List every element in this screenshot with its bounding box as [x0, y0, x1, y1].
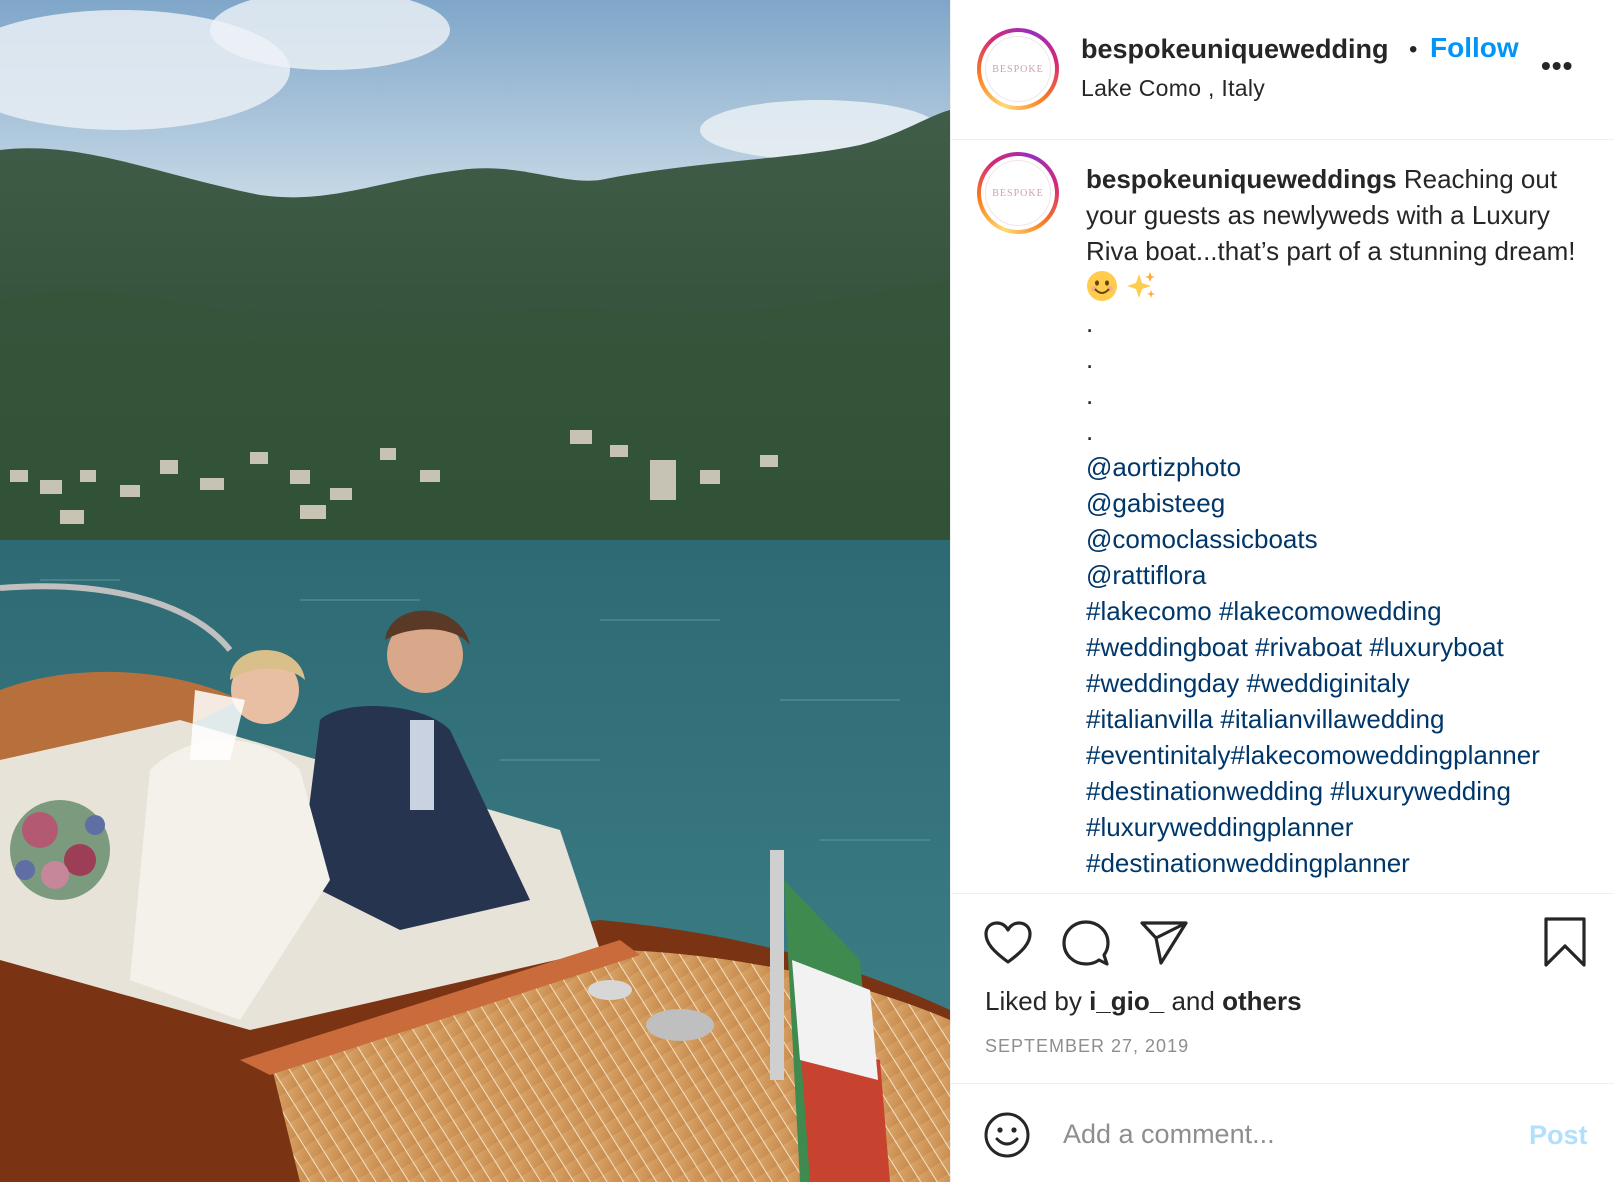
- caption-avatar[interactable]: BESPOKE: [977, 152, 1059, 234]
- caption-dot: .: [1086, 344, 1094, 374]
- liked-by-user-link[interactable]: i_gio_: [1089, 986, 1164, 1016]
- username-link[interactable]: bespokeuniquewedding: [1081, 34, 1389, 65]
- wedding-boat-photo: [0, 0, 950, 1182]
- location-link[interactable]: Lake Como , Italy: [1081, 75, 1265, 102]
- hashtag-line[interactable]: #destinationwedding #luxurywedding: [1086, 773, 1586, 809]
- separator-dot: •: [1409, 36, 1418, 63]
- comment-input[interactable]: [1063, 1112, 1483, 1156]
- caption-dot: .: [1086, 416, 1094, 446]
- comment-icon[interactable]: [1061, 919, 1111, 969]
- heart-icon[interactable]: [983, 920, 1033, 966]
- caption-text: bespokeuniqueweddings Reaching out your …: [1086, 161, 1586, 881]
- post-header: BESPOKE bespokeuniquewedding • Follow La…: [951, 0, 1614, 140]
- more-options-icon[interactable]: •••: [1541, 52, 1573, 80]
- bespoke-logo: BESPOKE: [985, 36, 1051, 102]
- post-actions: Liked by i_gio_ and others SEPTEMBER 27,…: [951, 893, 1614, 1083]
- smiling-face-emoji: [1087, 271, 1117, 301]
- likes-summary: Liked by i_gio_ and others: [985, 986, 1302, 1017]
- post-date[interactable]: SEPTEMBER 27, 2019: [985, 1036, 1189, 1057]
- hashtag-line[interactable]: #eventinitaly#lakecomoweddingplanner: [1086, 737, 1586, 773]
- hashtag-line[interactable]: #italianvilla #italianvillawedding: [1086, 701, 1586, 737]
- hashtag-line[interactable]: #lakecomo #lakecomowedding: [1086, 593, 1586, 629]
- bookmark-icon[interactable]: [1543, 916, 1587, 968]
- emoji-picker-icon[interactable]: [983, 1111, 1031, 1159]
- liked-by-and: and: [1171, 986, 1215, 1016]
- hashtag-line[interactable]: #weddingboat #rivaboat #luxuryboat: [1086, 629, 1586, 665]
- mention-link[interactable]: @gabisteeg: [1086, 485, 1586, 521]
- bespoke-logo: BESPOKE: [985, 160, 1051, 226]
- mention-link[interactable]: @rattiflora: [1086, 557, 1586, 593]
- caption-area: BESPOKE bespokeuniqueweddings Reaching o…: [951, 141, 1614, 893]
- sparkles-emoji: [1127, 272, 1156, 298]
- caption-dot: .: [1086, 380, 1094, 410]
- hashtag-line[interactable]: #luxuryweddingplanner: [1086, 809, 1586, 845]
- liked-by-prefix: Liked by: [985, 986, 1082, 1016]
- caption-dot: .: [1086, 308, 1094, 338]
- hashtag-line[interactable]: #destinationweddingplanner: [1086, 845, 1586, 881]
- comment-bar: Post: [951, 1083, 1614, 1182]
- post-side-panel: BESPOKE bespokeuniquewedding • Follow La…: [950, 0, 1614, 1182]
- post-photo[interactable]: [0, 0, 950, 1182]
- follow-button[interactable]: Follow: [1430, 32, 1519, 64]
- mention-link[interactable]: @comoclassicboats: [1086, 521, 1586, 557]
- post-comment-button[interactable]: Post: [1529, 1120, 1588, 1151]
- mention-link[interactable]: @aortizphoto: [1086, 449, 1586, 485]
- liked-by-others-link[interactable]: others: [1222, 986, 1301, 1016]
- caption-username-link[interactable]: bespokeuniqueweddings: [1086, 164, 1397, 194]
- avatar[interactable]: BESPOKE: [977, 28, 1059, 110]
- hashtag-line[interactable]: #weddingday #weddiginitaly: [1086, 665, 1586, 701]
- share-icon[interactable]: [1139, 920, 1189, 966]
